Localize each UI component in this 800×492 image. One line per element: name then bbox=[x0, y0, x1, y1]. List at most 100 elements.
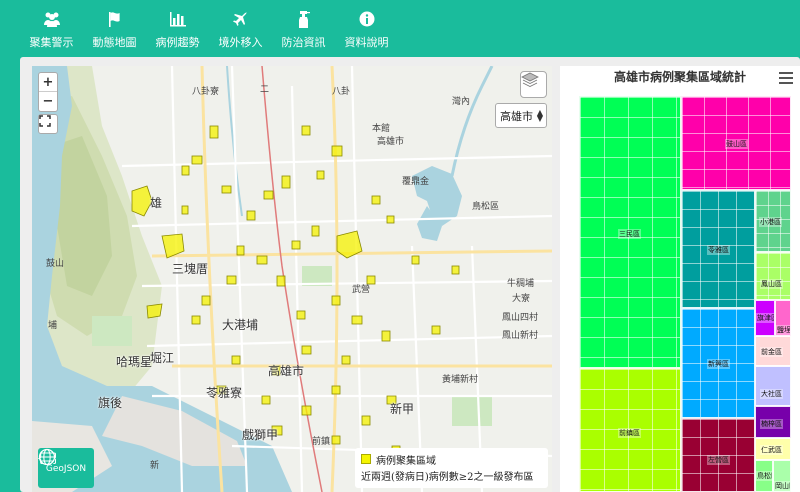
map-place-label: 武營 bbox=[352, 285, 371, 295]
geojson-download-button[interactable]: {} GeoJSON bbox=[38, 448, 94, 488]
map-place-label: 鳳山新村 bbox=[502, 331, 539, 341]
treemap-label: 鳳山區 bbox=[760, 279, 783, 289]
treemap-label: 楠梓區 bbox=[760, 419, 783, 429]
top-navbar: 聚集警示 動態地圖 病例趨勢 境外移入 防治資訊 資料說明 bbox=[0, 0, 800, 60]
treemap-cell-yancheng[interactable]: 鹽埕區 bbox=[775, 300, 791, 336]
treemap-cell-sanmin[interactable]: 三民區 bbox=[579, 96, 681, 368]
treemap-label: 苓雅區 bbox=[707, 245, 730, 255]
flag-icon bbox=[105, 10, 125, 28]
map-place-label: 新 bbox=[150, 461, 160, 471]
treemap-cell-qijin[interactable]: 旗津區 bbox=[755, 300, 775, 336]
nav-prevention-info[interactable]: 防治資訊 bbox=[272, 0, 335, 60]
map-place-label: 鳳山四村 bbox=[502, 313, 539, 323]
map-place-label: 覆鼎金 bbox=[402, 177, 430, 187]
treemap-label: 鼓山區 bbox=[725, 139, 748, 149]
select-arrows-icon: ▲ ▼ bbox=[536, 108, 543, 123]
nav-cluster-alert[interactable]: 聚集警示 bbox=[20, 0, 83, 60]
map-place-label: 牛稠埔 bbox=[507, 279, 535, 289]
treemap-cell-lingya[interactable]: 苓雅區 bbox=[681, 190, 755, 308]
map-legend: 病例聚集區域 近兩週(發病日)病例數≥2之一級發布區 bbox=[355, 448, 548, 488]
zoom-control: + − bbox=[38, 72, 58, 112]
map-place-label: 高雄市 bbox=[377, 137, 405, 147]
nav-dynamic-map[interactable]: 動態地圖 bbox=[83, 0, 146, 60]
treemap-cell-niaosong[interactable]: 鳥松區 bbox=[755, 460, 773, 492]
fullscreen-icon bbox=[39, 115, 51, 127]
treemap-cell-xiaogang[interactable]: 小港區 bbox=[755, 190, 791, 252]
info-circle-icon bbox=[357, 10, 377, 28]
treemap-label: 岡山區 bbox=[774, 481, 790, 491]
treemap-cell-nanzi[interactable]: 楠梓區 bbox=[755, 406, 791, 438]
treemap-cell-xinxing[interactable]: 新興區 bbox=[681, 308, 755, 418]
map-place-label: 大寮 bbox=[512, 294, 531, 304]
map-place-label: 苓雅寮 bbox=[206, 386, 243, 400]
treemap-label: 鳥松區 bbox=[756, 471, 772, 481]
map-place-label: 堀江 bbox=[150, 351, 175, 365]
zoom-in-button[interactable]: + bbox=[39, 73, 57, 92]
map-place-label: 大港埔 bbox=[222, 318, 259, 332]
chart-title: 高雄市病例聚集區域統計 bbox=[613, 70, 746, 84]
people-group-icon bbox=[42, 10, 62, 28]
map-place-label: 八卦 bbox=[332, 87, 351, 97]
legend-note: 近兩週(發病日)病例數≥2之一級發布區 bbox=[361, 471, 534, 483]
treemap-cell-fengshan[interactable]: 鳳山區 bbox=[755, 252, 791, 300]
map-place-label: 黃埔新村 bbox=[442, 375, 479, 385]
map-place-label: 鼓山 bbox=[46, 259, 65, 269]
treemap-cell-zuoying[interactable]: 左營區 bbox=[681, 418, 755, 492]
map-place-label: 鳥松區 bbox=[472, 202, 500, 212]
svg-text:{: { bbox=[38, 451, 44, 465]
treemap-cell-qianjin[interactable]: 前金區 bbox=[755, 336, 791, 366]
map-place-label: 埔 bbox=[48, 321, 58, 331]
city-select[interactable]: 高雄市 ▲ ▼ bbox=[495, 103, 547, 128]
treemap-cell-renwu[interactable]: 仁武區 bbox=[755, 438, 791, 460]
nav-label: 境外移入 bbox=[218, 36, 263, 49]
nav-label: 資料說明 bbox=[344, 36, 389, 49]
map-place-label: 戲獅甲 bbox=[242, 428, 279, 442]
nav-label: 聚集警示 bbox=[29, 36, 74, 49]
nav-data-description[interactable]: 資料說明 bbox=[335, 0, 398, 60]
map-place-label: 哈瑪星 bbox=[116, 355, 153, 369]
treemap-label: 鹽埕區 bbox=[776, 325, 790, 335]
map-place-label: 高雄市 bbox=[268, 364, 305, 378]
layers-button[interactable] bbox=[520, 71, 547, 98]
nav-imported-cases[interactable]: 境外移入 bbox=[209, 0, 272, 60]
treemap-cell-qianzhen[interactable]: 前鎮區 bbox=[579, 368, 681, 492]
treemap-cell-gangshan[interactable]: 岡山區 bbox=[773, 460, 791, 492]
hamburger-menu-icon[interactable] bbox=[779, 72, 793, 84]
nav-case-trend[interactable]: 病例趨勢 bbox=[146, 0, 209, 60]
map-place-label: 八卦寮 bbox=[192, 87, 220, 97]
treemap-label: 三民區 bbox=[618, 229, 641, 239]
airplane-icon bbox=[231, 10, 251, 28]
globe-icon: {} bbox=[38, 448, 56, 466]
treemap-label: 前金區 bbox=[760, 347, 783, 357]
treemap-label: 左營區 bbox=[707, 455, 730, 465]
map-place-label: 旗後 bbox=[98, 396, 123, 410]
map-place-label: 新甲 bbox=[390, 402, 415, 416]
map-base-tiles bbox=[32, 66, 552, 492]
city-select-value: 高雄市 bbox=[500, 109, 533, 123]
treemap-label: 大社區 bbox=[760, 389, 783, 399]
legend-swatch bbox=[361, 454, 371, 464]
treemap-cell-dashe[interactable]: 大社區 bbox=[755, 366, 791, 406]
nav-label: 防治資訊 bbox=[281, 36, 326, 49]
treemap-cell-gushan[interactable]: 鼓山區 bbox=[681, 96, 791, 190]
map-place-label: 雄 bbox=[150, 196, 163, 210]
treemap-label: 小港區 bbox=[759, 217, 782, 227]
treemap-label: 新興區 bbox=[707, 359, 730, 369]
map-place-label: 二 bbox=[260, 85, 270, 95]
treemap-label: 旗津區 bbox=[756, 313, 774, 323]
svg-text:}: } bbox=[52, 451, 56, 465]
treemap-label: 仁武區 bbox=[760, 445, 783, 455]
district-cluster-treemap: 高雄市病例聚集區域統計 三民區 前鎮區 鼓山區 苓雅區 小港區 鳳山區 新興區 … bbox=[560, 66, 800, 492]
nav-label: 動態地圖 bbox=[92, 36, 137, 49]
nav-label: 病例趨勢 bbox=[155, 36, 200, 49]
treemap-label: 前鎮區 bbox=[618, 428, 641, 438]
fullscreen-button[interactable] bbox=[38, 114, 58, 134]
map-place-label: 灣內 bbox=[452, 97, 471, 107]
layers-icon bbox=[521, 72, 539, 88]
bar-chart-icon bbox=[168, 10, 188, 28]
map-place-label: 三塊厝 bbox=[172, 262, 209, 276]
map-place-label: 前鎮 bbox=[312, 437, 331, 447]
zoom-out-button[interactable]: − bbox=[39, 92, 57, 111]
dengue-cluster-map[interactable]: + − 高雄市 ▲ ▼ 八卦寮 八卦 灣內 本館 高雄市 覆鼎金 鳥松區 雄 三塊… bbox=[32, 66, 552, 492]
map-place-label: 本館 bbox=[372, 124, 391, 134]
